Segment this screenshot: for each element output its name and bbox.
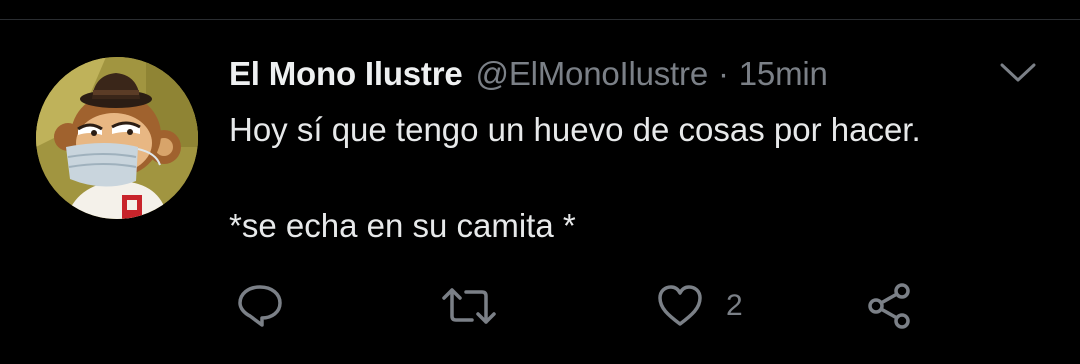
tweet-text-line: *se echa en su camita *	[229, 207, 576, 244]
like-count: 2	[726, 289, 743, 322]
heart-icon	[658, 285, 702, 326]
author-name[interactable]: El Mono Ilustre	[229, 55, 463, 93]
tweet-text: Hoy sí que tengo un huevo de cosas por h…	[229, 106, 921, 250]
share-button[interactable]	[866, 278, 914, 334]
reply-button[interactable]	[236, 278, 284, 334]
tweet-action-bar: 2	[0, 278, 1080, 334]
like-button[interactable]: 2	[656, 278, 743, 334]
separator-dot: ·	[717, 55, 729, 92]
tweet-page: El Mono Ilustre @ElMonoIlustre · 15min H…	[0, 0, 1080, 364]
retweet-button[interactable]	[442, 278, 496, 334]
tweet-timestamp[interactable]: 15min	[739, 55, 828, 93]
monkey-avatar-icon	[36, 57, 198, 219]
author-handle[interactable]: @ElMonoIlustre	[476, 55, 709, 93]
chevron-down-icon	[1000, 63, 1036, 82]
share-icon	[868, 283, 910, 329]
retweet-icon	[442, 288, 496, 324]
reply-icon	[238, 285, 282, 327]
tweet-header: El Mono Ilustre @ElMonoIlustre · 15min	[229, 54, 828, 94]
tweet-menu-button[interactable]	[998, 58, 1038, 88]
avatar[interactable]	[36, 57, 198, 219]
tweet-text-line: Hoy sí que tengo un huevo de cosas por h…	[229, 111, 921, 148]
tweet-text-blank-line	[229, 154, 921, 202]
top-divider	[0, 19, 1080, 20]
